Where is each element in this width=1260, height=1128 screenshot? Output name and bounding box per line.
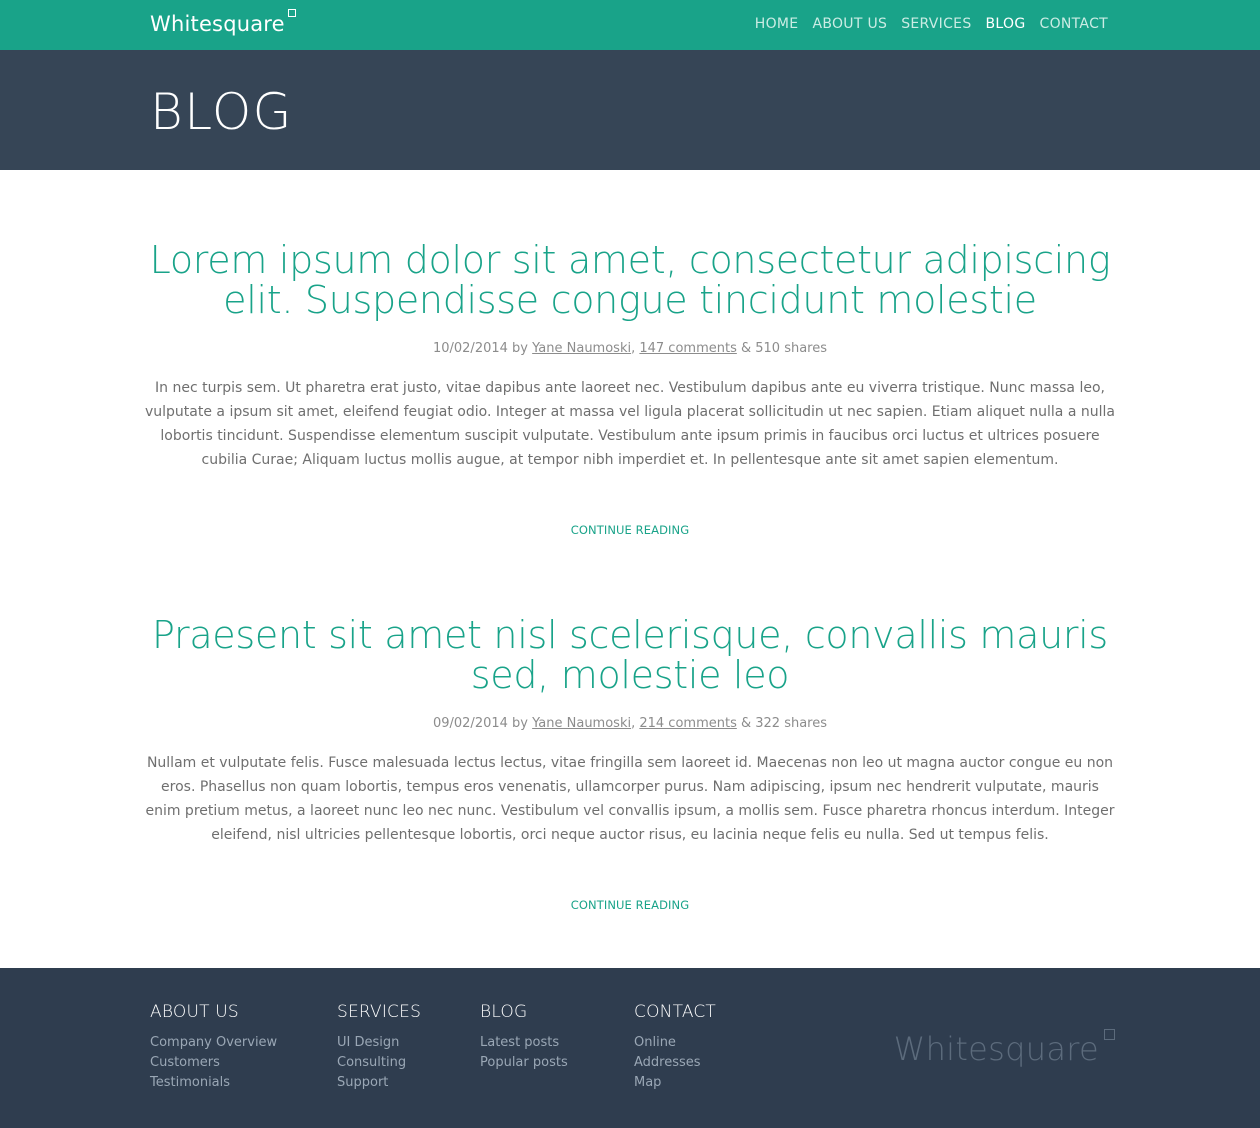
brand-logo[interactable]: Whitesquare — [150, 9, 296, 36]
blog-post: Praesent sit amet nisl scelerisque, conv… — [145, 615, 1115, 913]
blog-post: Lorem ipsum dolor sit amet, consectetur … — [145, 240, 1115, 538]
footer-link[interactable]: Customers — [150, 1053, 277, 1073]
footer-link[interactable]: Popular posts — [480, 1053, 568, 1073]
main-nav: HOME ABOUT US SERVICES BLOG CONTACT — [755, 16, 1108, 32]
footer-column-contact: CONTACT Online Addresses Map — [634, 1002, 716, 1093]
footer-brand-square-icon — [1104, 1029, 1115, 1040]
post-shares: & 322 shares — [740, 716, 828, 731]
footer-column-about: ABOUT US Company Overview Customers Test… — [150, 1002, 277, 1093]
post-by: by — [512, 341, 528, 356]
post-author-link[interactable]: Yane Naumoski — [532, 341, 631, 356]
continue-reading-link[interactable]: CONTINUE READING — [571, 523, 690, 537]
footer-link[interactable]: Latest posts — [480, 1033, 568, 1053]
post-excerpt: Nullam et vulputate felis. Fusce malesua… — [145, 755, 1115, 843]
top-navbar: Whitesquare HOME ABOUT US SERVICES BLOG … — [0, 0, 1260, 50]
footer-link[interactable]: Testimonials — [150, 1073, 277, 1093]
nav-about-us[interactable]: ABOUT US — [812, 16, 887, 32]
page-title: BLOG — [150, 83, 293, 141]
post-comments-link[interactable]: 214 comments — [639, 716, 736, 731]
brand-square-icon — [287, 9, 296, 17]
post-excerpt: In nec turpis sem. Ut pharetra erat just… — [145, 380, 1115, 468]
footer-heading: BLOG — [480, 1002, 528, 1022]
nav-services[interactable]: SERVICES — [901, 16, 971, 32]
footer-link[interactable]: Support — [337, 1073, 421, 1093]
post-meta: 09/02/2014 by Yane Naumoski, 214 comment… — [432, 716, 828, 731]
post-title[interactable]: Lorem ipsum dolor sit amet, consectetur … — [145, 240, 1115, 320]
footer-brand-logo[interactable]: Whitesquare — [893, 1029, 1115, 1068]
nav-contact[interactable]: CONTACT — [1040, 16, 1109, 32]
post-by: by — [512, 716, 528, 731]
nav-home[interactable]: HOME — [755, 16, 799, 32]
post-meta: 10/02/2014 by Yane Naumoski, 147 comment… — [432, 341, 828, 356]
footer-link[interactable]: UI Design — [337, 1033, 421, 1053]
post-title[interactable]: Praesent sit amet nisl scelerisque, conv… — [145, 615, 1115, 695]
footer-column-blog: BLOG Latest posts Popular posts — [480, 1002, 568, 1073]
brand-name: Whitesquare — [150, 12, 285, 36]
post-shares: & 510 shares — [740, 341, 828, 356]
post-comments-link[interactable]: 147 comments — [639, 341, 736, 356]
footer-brand-name: Whitesquare — [893, 1030, 1099, 1068]
post-date: 09/02/2014 — [432, 716, 508, 731]
site-footer: ABOUT US Company Overview Customers Test… — [0, 968, 1260, 1128]
footer-heading: SERVICES — [337, 1002, 422, 1022]
footer-link[interactable]: Company Overview — [150, 1033, 277, 1053]
footer-column-services: SERVICES UI Design Consulting Support — [337, 1002, 421, 1093]
continue-reading-link[interactable]: CONTINUE READING — [571, 898, 690, 912]
post-date: 10/02/2014 — [432, 341, 508, 356]
footer-link[interactable]: Consulting — [337, 1053, 421, 1073]
page-header: BLOG — [0, 50, 1260, 170]
footer-link[interactable]: Map — [634, 1073, 716, 1093]
footer-link[interactable]: Online — [634, 1033, 716, 1053]
footer-heading: CONTACT — [634, 1002, 717, 1022]
nav-blog[interactable]: BLOG — [986, 16, 1026, 32]
footer-heading: ABOUT US — [150, 1002, 239, 1022]
footer-link[interactable]: Addresses — [634, 1053, 716, 1073]
post-author-link[interactable]: Yane Naumoski — [532, 716, 631, 731]
